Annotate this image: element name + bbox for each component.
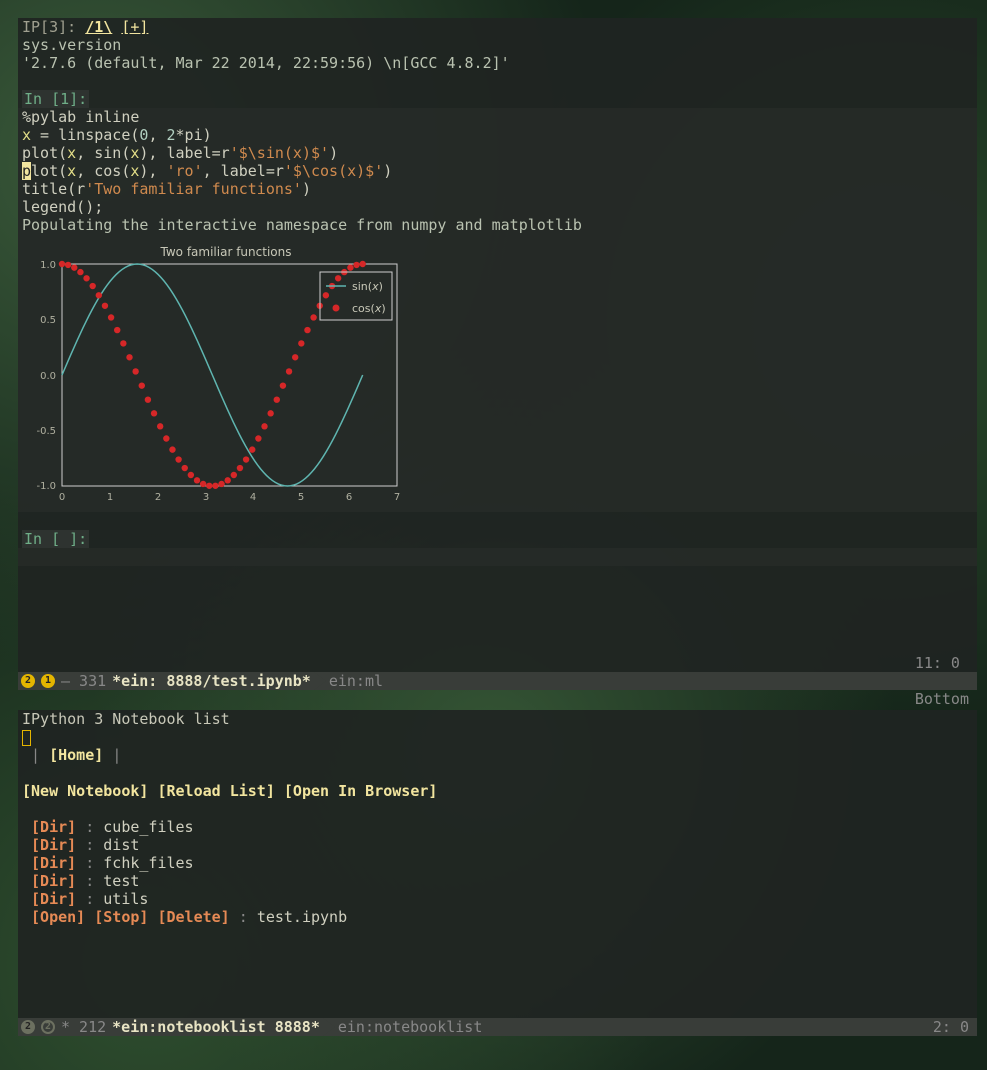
code-line-4[interactable]: plot(x, cos(x), 'ro', label=r'$\cos(x)$'… bbox=[18, 162, 977, 180]
notebooklist-frame: IPython 3 Notebook list | [Home] | [New … bbox=[18, 710, 977, 1036]
notebook-filename[interactable]: test.ipynb bbox=[257, 908, 347, 926]
plot-svg: Two familiar functions 1.0 0.5 0.0 -0.5 … bbox=[22, 242, 402, 512]
code-line-2[interactable]: x = linspace(0, 2*pi) bbox=[18, 126, 977, 144]
svg-text:cos(x): cos(x) bbox=[352, 302, 386, 315]
empty-cell[interactable] bbox=[18, 548, 977, 566]
dir-tag[interactable]: [Dir] bbox=[31, 818, 76, 836]
svg-text:0: 0 bbox=[59, 492, 65, 503]
svg-text:0.5: 0.5 bbox=[40, 315, 56, 326]
cell-prompt-empty[interactable]: In [ ]: bbox=[18, 530, 977, 548]
dir-row: [Dir] : test bbox=[18, 872, 977, 890]
tab-add[interactable]: [+] bbox=[121, 18, 148, 36]
indicator-1-icon: 1 bbox=[41, 674, 55, 688]
reload-list-button[interactable]: [Reload List] bbox=[157, 782, 274, 800]
dir-tag[interactable]: [Dir] bbox=[31, 890, 76, 908]
dir-row: [Dir] : fchk_files bbox=[18, 854, 977, 872]
svg-text:4: 4 bbox=[250, 492, 256, 503]
plot-output: Two familiar functions 1.0 0.5 0.0 -0.5 … bbox=[22, 242, 402, 512]
tab-bar: IP[3]: /1\ [+] bbox=[18, 18, 977, 36]
svg-text:1: 1 bbox=[107, 492, 113, 503]
nblist-actions: [New Notebook] [Reload List] [Open In Br… bbox=[18, 782, 977, 800]
stdout-line: Populating the interactive namespace fro… bbox=[18, 216, 977, 234]
svg-text:-0.5: -0.5 bbox=[36, 426, 56, 437]
dir-row: [Dir] : cube_files bbox=[18, 818, 977, 836]
delete-button[interactable]: [Delete] bbox=[157, 908, 229, 926]
tab-prefix: IP[3]: bbox=[22, 18, 85, 36]
dir-name[interactable]: test bbox=[103, 872, 139, 890]
plot-legend: sin(x) cos(x) bbox=[320, 272, 392, 320]
buffer-name-2[interactable]: *ein:notebooklist 8888* bbox=[112, 1018, 320, 1036]
major-mode: ein:ml bbox=[329, 672, 383, 690]
cursor-position: 11: 0 bbox=[915, 654, 960, 672]
text-cursor: p bbox=[22, 162, 31, 180]
dir-row: [Dir] : utils bbox=[18, 890, 977, 908]
code-line-3[interactable]: plot(x, sin(x), label=r'$\sin(x)$') bbox=[18, 144, 977, 162]
code-line-6[interactable]: legend(); bbox=[18, 198, 977, 216]
plot-title: Two familiar functions bbox=[160, 245, 292, 259]
indicator-2-icon: 2 bbox=[21, 674, 35, 688]
open-button[interactable]: [Open] bbox=[31, 908, 85, 926]
svg-text:6: 6 bbox=[346, 492, 352, 503]
dir-tag[interactable]: [Dir] bbox=[31, 872, 76, 890]
nblist-header: IPython 3 Notebook list bbox=[18, 710, 977, 728]
dir-name[interactable]: cube_files bbox=[103, 818, 193, 836]
dir-name[interactable]: dist bbox=[103, 836, 139, 854]
dir-name[interactable]: fchk_files bbox=[103, 854, 193, 872]
scroll-position: Bottom bbox=[915, 690, 969, 708]
separator-icon bbox=[323, 1018, 335, 1036]
svg-text:sin(x): sin(x) bbox=[352, 280, 383, 293]
modeline-bottom: 2 2 * 212 *ein:notebooklist 8888* ein:no… bbox=[18, 1018, 977, 1036]
buffer-name[interactable]: *ein: 8888/test.ipynb* bbox=[112, 672, 311, 690]
new-notebook-button[interactable]: [New Notebook] bbox=[22, 782, 148, 800]
modeline-flags: — 331 bbox=[61, 672, 106, 690]
code-line-1[interactable]: %pylab inline bbox=[18, 108, 977, 126]
home-link[interactable]: [Home] bbox=[49, 746, 103, 764]
svg-text:2: 2 bbox=[155, 492, 161, 503]
breadcrumb: | [Home] | bbox=[18, 746, 977, 764]
open-in-browser-button[interactable]: [Open In Browser] bbox=[284, 782, 438, 800]
output-sysversion-call: sys.version bbox=[18, 36, 977, 54]
notebook-frame: IP[3]: /1\ [+] sys.version '2.7.6 (defau… bbox=[18, 18, 977, 690]
dir-tag[interactable]: [Dir] bbox=[31, 836, 76, 854]
stop-button[interactable]: [Stop] bbox=[94, 908, 148, 926]
cell-prompt-in1[interactable]: In [1]: bbox=[18, 90, 977, 108]
dir-name[interactable]: utils bbox=[103, 890, 148, 908]
cursor-position-2: 2: 0 bbox=[933, 1018, 969, 1036]
dir-row: [Dir] : dist bbox=[18, 836, 977, 854]
code-cell-1[interactable]: %pylab inline x = linspace(0, 2*pi) plot… bbox=[18, 108, 977, 512]
svg-text:1.0: 1.0 bbox=[40, 260, 56, 271]
separator-icon bbox=[314, 672, 326, 690]
major-mode-2: ein:notebooklist bbox=[338, 1018, 483, 1036]
code-line-5[interactable]: title(r'Two familiar functions') bbox=[18, 180, 977, 198]
svg-text:5: 5 bbox=[298, 492, 304, 503]
svg-text:0.0: 0.0 bbox=[40, 371, 56, 382]
dir-tag[interactable]: [Dir] bbox=[31, 854, 76, 872]
modeline2-flags: * 212 bbox=[61, 1018, 106, 1036]
cursor-icon bbox=[22, 730, 31, 746]
indicator-2c-icon: 2 bbox=[41, 1020, 55, 1034]
modeline-top: 2 1 — 331 *ein: 8888/test.ipynb* ein:ml … bbox=[18, 672, 977, 690]
svg-text:-1.0: -1.0 bbox=[36, 481, 56, 492]
tab-active[interactable]: /1\ bbox=[85, 18, 112, 36]
indicator-2b-icon: 2 bbox=[21, 1020, 35, 1034]
notebook-row: [Open] [Stop] [Delete] : test.ipynb bbox=[18, 908, 977, 926]
svg-text:7: 7 bbox=[394, 492, 400, 503]
svg-text:3: 3 bbox=[203, 492, 209, 503]
output-sysversion-value: '2.7.6 (default, Mar 22 2014, 22:59:56) … bbox=[18, 54, 977, 72]
